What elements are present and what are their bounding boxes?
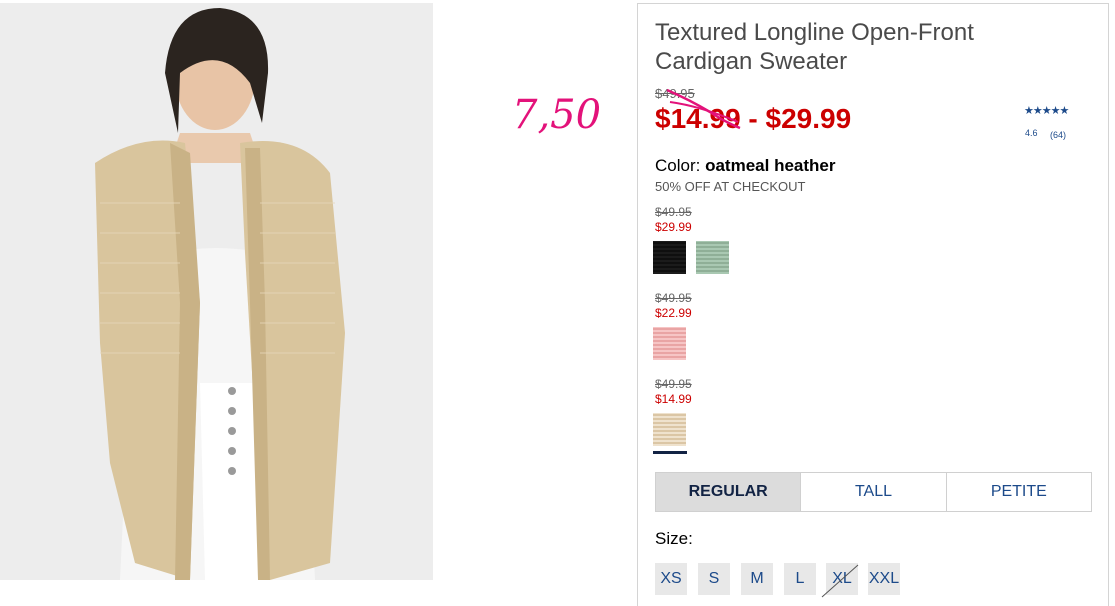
swatch-black[interactable] [653,241,686,274]
size-xs-button[interactable]: XS [655,563,687,595]
swatch-oatmeal-heather[interactable] [653,413,686,446]
size-m-button[interactable]: M [741,563,773,595]
size-s-button[interactable]: S [698,563,730,595]
selected-swatch-indicator [653,451,687,454]
tab-petite[interactable]: PETITE [945,473,1091,511]
group-3-original-price: $49.95 [655,377,692,391]
selected-color-name: oatmeal heather [705,156,836,175]
model-wearing-cardigan-illustration [0,3,433,580]
group-1-original-price: $49.95 [655,205,692,219]
size-label: Size: [655,529,693,548]
review-count-link[interactable]: (64) [1050,130,1066,140]
swatch-pink[interactable] [653,327,686,360]
group-2-sale-price: $22.99 [655,306,692,320]
product-image[interactable] [0,3,433,580]
unavailable-strike-icon [821,564,859,598]
group-1-sale-price: $29.99 [655,220,692,234]
group-3-sale-price: $14.99 [655,392,692,406]
size-l-button[interactable]: L [784,563,816,595]
group-2-original-price: $49.95 [655,291,692,305]
rating-stars-icon[interactable]: ★★★★★ [1024,104,1069,117]
tab-tall[interactable]: TALL [800,473,945,511]
rating-value: 4.6 [1025,128,1038,138]
handwritten-price-annotation: 7,50 [512,92,602,138]
checkout-promo-text: 50% OFF AT CHECKOUT [655,179,806,194]
fit-tabs: REGULAR TALL PETITE [655,472,1092,512]
size-xl-button-unavailable: XL [821,563,859,598]
pink-scribble-mark [666,88,741,130]
product-title: Textured Longline Open-Front Cardigan Sw… [655,19,974,75]
tab-regular[interactable]: REGULAR [656,473,801,511]
swatch-sage-green[interactable] [696,241,729,274]
color-label: Color: oatmeal heather [655,156,835,176]
color-label-text: Color: [655,156,701,175]
size-xxl-button[interactable]: XXL [868,563,900,595]
